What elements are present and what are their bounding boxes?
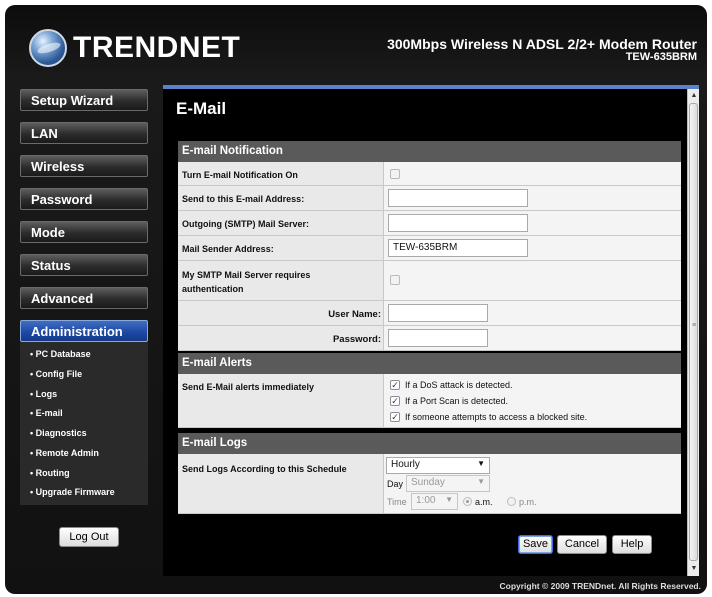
submenu-email[interactable]: • E-mail (30, 408, 63, 418)
turn-on-notification-checkbox[interactable] (390, 169, 400, 179)
submenu-remote-admin[interactable]: • Remote Admin (30, 448, 99, 458)
administration-submenu: • PC Database • Config File • Logs • E-m… (20, 342, 148, 505)
am-radio[interactable] (463, 497, 472, 506)
sender-address-input[interactable]: TEW-635BRM (388, 239, 528, 257)
vertical-scrollbar[interactable]: ▲ ≡ ▼ (687, 89, 699, 576)
smtp-auth-label-line1: My SMTP Mail Server requires (182, 270, 311, 280)
send-to-address-input[interactable] (388, 189, 528, 207)
smtp-auth-checkbox[interactable] (390, 275, 400, 285)
section-header-notification: E-mail Notification (178, 141, 681, 162)
time-select[interactable]: 1:00 ▼ (411, 493, 458, 510)
submenu-pc-database[interactable]: • PC Database (30, 349, 91, 359)
smtp-auth-label-line2: authentication (182, 284, 244, 294)
copyright-text: Copyright © 2009 TRENDnet. All Rights Re… (499, 581, 702, 591)
content-panel: E-Mail E-mail Notification Turn E-mail N… (163, 85, 699, 576)
nav-lan[interactable]: LAN (20, 122, 148, 144)
scroll-thumb[interactable]: ≡ (689, 103, 698, 561)
row-alerts: Send E-Mail alerts immediately ✓ If a Do… (178, 374, 681, 428)
submenu-config-file[interactable]: • Config File (30, 369, 82, 379)
time-value: 1:00 (416, 495, 436, 506)
logs-schedule-label: Send Logs According to this Schedule (182, 464, 347, 474)
nav-administration[interactable]: Administration (20, 320, 148, 342)
grip-icon: ≡ (692, 322, 697, 329)
product-model: TEW-635BRM (625, 51, 697, 63)
submenu-diagnostics[interactable]: • Diagnostics (30, 428, 87, 438)
nav-advanced[interactable]: Advanced (20, 287, 148, 309)
chevron-down-icon: ▼ (445, 495, 453, 504)
row-smtp-auth: My SMTP Mail Server requires authenticat… (178, 261, 681, 301)
turn-on-notification-label: Turn E-mail Notification On (182, 170, 298, 180)
section-header-alerts: E-mail Alerts (178, 353, 681, 374)
smtp-server-input[interactable] (388, 214, 528, 232)
scroll-down-arrow-icon[interactable]: ▼ (689, 564, 699, 574)
row-smtp-server: Outgoing (SMTP) Mail Server: (178, 211, 681, 236)
day-label: Day (387, 479, 404, 489)
day-select[interactable]: Sunday ▼ (406, 475, 490, 492)
alert-dos-checkbox[interactable]: ✓ (390, 380, 400, 390)
product-line: 300Mbps Wireless N ADSL 2/2+ Modem Route… (387, 36, 697, 52)
chevron-down-icon: ▼ (477, 459, 485, 468)
schedule-value: Hourly (391, 459, 420, 470)
row-username: User Name: (178, 301, 681, 326)
password-input[interactable] (388, 329, 488, 347)
globe-logo-icon (29, 29, 67, 67)
header: TRENDNET 300Mbps Wireless N ADSL 2/2+ Mo… (5, 5, 707, 85)
logo-text: TRENDNET (73, 31, 241, 64)
router-admin-window: TRENDNET 300Mbps Wireless N ADSL 2/2+ Mo… (5, 5, 707, 594)
save-button[interactable]: Save (518, 535, 553, 554)
username-label: User Name: (328, 309, 381, 320)
password-label: Password: (332, 334, 381, 345)
chevron-down-icon: ▼ (477, 477, 485, 486)
help-button[interactable]: Help (612, 535, 652, 554)
schedule-select[interactable]: Hourly ▼ (386, 457, 490, 474)
time-label: Time (387, 497, 407, 507)
send-to-address-label: Send to this E-mail Address: (182, 194, 305, 204)
row-send-to-address: Send to this E-mail Address: (178, 186, 681, 211)
nav-status[interactable]: Status (20, 254, 148, 276)
alert-port-scan-label: If a Port Scan is detected. (405, 396, 509, 406)
alert-blocked-site-checkbox[interactable]: ✓ (390, 412, 400, 422)
logout-button[interactable]: Log Out (59, 527, 119, 547)
row-sender-address: Mail Sender Address: TEW-635BRM (178, 236, 681, 261)
pm-radio[interactable] (507, 497, 516, 506)
smtp-server-label: Outgoing (SMTP) Mail Server: (182, 219, 310, 229)
section-header-logs: E-mail Logs (178, 433, 681, 454)
submenu-routing[interactable]: • Routing (30, 468, 70, 478)
nav-mode[interactable]: Mode (20, 221, 148, 243)
submenu-logs[interactable]: • Logs (30, 389, 57, 399)
scroll-up-arrow-icon[interactable]: ▲ (689, 91, 699, 101)
row-turn-on-notification: Turn E-mail Notification On (178, 162, 681, 186)
sender-address-label: Mail Sender Address: (182, 244, 274, 254)
page-title: E-Mail (176, 99, 227, 118)
pm-label: p.m. (519, 497, 537, 507)
product-title: 300Mbps Wireless N ADSL 2/2+ Modem Route… (387, 36, 697, 64)
row-password: Password: (178, 326, 681, 351)
alert-port-scan-checkbox[interactable]: ✓ (390, 396, 400, 406)
trendnet-logo: TRENDNET (29, 27, 240, 69)
username-input[interactable] (388, 304, 488, 322)
row-logs-schedule: Send Logs According to this Schedule Hou… (178, 454, 681, 514)
nav-setup-wizard[interactable]: Setup Wizard (20, 89, 148, 111)
alert-blocked-site-label: If someone attempts to access a blocked … (405, 412, 588, 422)
nav-password[interactable]: Password (20, 188, 148, 210)
alert-dos-label: If a DoS attack is detected. (405, 380, 513, 390)
cancel-button[interactable]: Cancel (557, 535, 607, 554)
nav-wireless[interactable]: Wireless (20, 155, 148, 177)
alerts-label: Send E-Mail alerts immediately (182, 382, 315, 392)
am-label: a.m. (475, 497, 493, 507)
submenu-upgrade-firmware[interactable]: • Upgrade Firmware (30, 487, 115, 497)
day-value: Sunday (411, 477, 445, 488)
